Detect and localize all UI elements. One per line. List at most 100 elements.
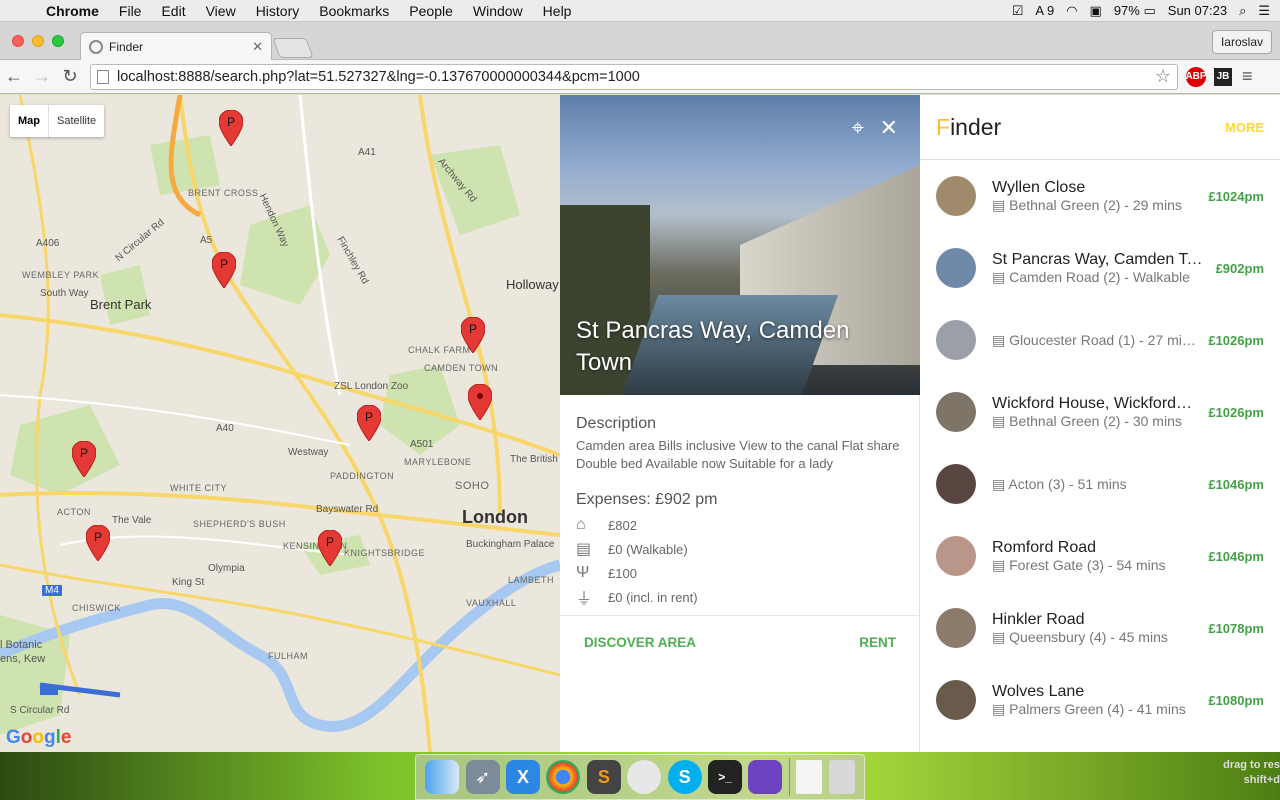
github-icon[interactable] — [748, 760, 783, 794]
map-label-kings-st: King St — [172, 577, 205, 588]
xcode-icon[interactable]: X — [506, 760, 541, 794]
item-subtitle: ▤ Forest Gate (3) - 54 mins — [992, 557, 1196, 574]
expense-row: ⌂ £802 — [576, 513, 903, 537]
description-text: Camden area Bills inclusive View to the … — [576, 438, 900, 471]
terminal-icon[interactable]: >_ — [708, 760, 743, 794]
map-label-paddington: PADDINGTON — [330, 471, 395, 481]
map-pin[interactable]: P — [219, 110, 243, 146]
finder-icon[interactable] — [425, 760, 460, 794]
sequel-icon[interactable] — [627, 760, 662, 794]
cutlery-icon: Ψ — [576, 564, 590, 581]
address-bar[interactable]: localhost:8888/search.php?lat=51.527327&… — [90, 63, 1178, 90]
reload-icon[interactable]: ↻ — [56, 66, 84, 87]
close-window-button[interactable] — [12, 35, 24, 47]
menu-app[interactable]: Chrome — [36, 0, 109, 22]
item-price: £902pm — [1215, 260, 1264, 276]
map-label-buckingham: Buckingham Palace — [466, 539, 555, 550]
app-logo: Finder — [936, 114, 1001, 141]
list-item[interactable]: Romford Road ▤ Forest Gate (3) - 54 mins … — [920, 520, 1280, 592]
menu-edit[interactable]: Edit — [151, 0, 195, 22]
notification-center-icon[interactable]: ☰ — [1258, 3, 1270, 19]
status-badge[interactable]: A 9 — [1035, 3, 1054, 18]
menu-help[interactable]: Help — [533, 0, 582, 22]
list-item[interactable]: Wickford House, Wickford Street▤ Bethnal… — [920, 376, 1280, 448]
zoom-window-button[interactable] — [52, 35, 64, 47]
property-photo: ⌖ ✕ St Pancras Way, Camden Town — [560, 95, 920, 395]
map-pin[interactable]: P — [318, 530, 342, 566]
item-subtitle: ▤ Queensbury (4) - 45 mins — [992, 629, 1196, 646]
chrome-icon[interactable] — [546, 760, 581, 794]
map-type-map[interactable]: Map — [10, 105, 49, 137]
close-icon[interactable]: ✕ — [880, 115, 898, 141]
results-list: Wyllen Close ▤ Bethnal Green (2) - 29 min… — [920, 160, 1280, 736]
property-thumbnail — [936, 248, 976, 288]
trash-icon[interactable] — [828, 760, 855, 794]
menu-file[interactable]: File — [109, 0, 152, 22]
map-label-zoo: ZSL London Zoo — [334, 381, 409, 392]
checkmark-icon[interactable]: ☑ — [1012, 3, 1024, 19]
url-text[interactable]: localhost:8888/search.php?lat=51.527327&… — [117, 69, 640, 85]
back-icon[interactable]: ← — [0, 66, 28, 87]
window-controls — [12, 35, 64, 47]
wifi-icon[interactable]: ◠ — [1066, 3, 1077, 19]
sublime-icon[interactable]: S — [586, 760, 621, 794]
expense-row: ▤ £0 (Walkable) — [576, 537, 903, 561]
bookmark-star-icon[interactable]: ☆ — [1155, 66, 1171, 87]
clock[interactable]: Sun 07:23 — [1168, 3, 1227, 18]
menu-people[interactable]: People — [399, 0, 463, 22]
property-thumbnail — [936, 536, 976, 576]
minimize-window-button[interactable] — [32, 35, 44, 47]
bus-icon: ▤ — [992, 475, 1006, 492]
expense-value: £802 — [608, 517, 637, 533]
item-title: Hinkler Road — [992, 610, 1085, 628]
drag-hint-line1: drag to res — [1223, 759, 1280, 771]
flag-icon[interactable]: ▣ — [1090, 3, 1102, 19]
google-logo[interactable]: Google — [6, 727, 71, 749]
new-tab-button[interactable] — [272, 38, 314, 58]
skype-icon[interactable]: S — [667, 760, 702, 794]
spotlight-icon[interactable]: ⌕ — [1239, 3, 1246, 19]
map-label-m4: M4 — [42, 585, 62, 596]
map[interactable]: Map Satellite London Brent Park Holloway… — [0, 95, 560, 752]
item-commute: Queensbury (4) - 45 mins — [1009, 628, 1168, 645]
map-label-kew: ens, Kew — [0, 653, 46, 665]
list-item[interactable]: ▤ Acton (3) - 51 mins £1046pm — [920, 448, 1280, 520]
profile-button[interactable]: Iaroslav — [1211, 30, 1272, 54]
map-pin[interactable]: P — [461, 317, 485, 353]
map-pin[interactable]: P — [212, 252, 236, 288]
map-type-satellite[interactable]: Satellite — [49, 105, 104, 137]
item-commute: Palmers Green (4) - 41 mins — [1009, 700, 1186, 717]
more-button[interactable]: MORE — [1225, 120, 1264, 135]
menu-history[interactable]: History — [246, 0, 310, 22]
rent-button[interactable]: RENT — [859, 635, 896, 650]
map-label-s-circular: S Circular Rd — [10, 705, 70, 716]
map-pin[interactable]: P — [357, 405, 381, 441]
map-label-a40: A40 — [216, 423, 234, 434]
svg-text:P: P — [326, 535, 334, 549]
tab-finder[interactable]: Finder ✕ — [80, 32, 272, 60]
menu-view[interactable]: View — [196, 0, 246, 22]
document-icon[interactable] — [796, 760, 823, 794]
launchpad-icon[interactable]: ➶ — [465, 760, 500, 794]
adblock-icon[interactable]: ABP — [1185, 66, 1207, 87]
locate-icon[interactable]: ⌖ — [852, 115, 864, 141]
list-item[interactable]: ▤ Gloucester Road (1) - 27 mins £1026pm — [920, 304, 1280, 376]
map-pin[interactable]: P — [86, 525, 110, 561]
battery-status[interactable]: 97% ▭ — [1114, 3, 1156, 19]
map-pin[interactable]: P — [72, 441, 96, 477]
list-item[interactable]: Wolves Lane ▤ Palmers Green (4) - 41 mins… — [920, 664, 1280, 736]
list-item[interactable]: St Pancras Way, Camden Town ▤ Camden Road… — [920, 232, 1280, 304]
list-item[interactable]: Hinkler Road ▤ Queensbury (4) - 45 mins £… — [920, 592, 1280, 664]
jetbrains-extension-icon[interactable]: JB — [1214, 67, 1232, 86]
chrome-menu-icon[interactable]: ≡ — [1242, 66, 1253, 87]
item-commute: Camden Road (2) - Walkable — [1009, 268, 1190, 285]
menu-bookmarks[interactable]: Bookmarks — [309, 0, 399, 22]
list-item[interactable]: Wyllen Close ▤ Bethnal Green (2) - 29 min… — [920, 160, 1280, 232]
map-label-a41: A41 — [358, 147, 376, 158]
menu-window[interactable]: Window — [463, 0, 533, 22]
map-pin-selected[interactable] — [468, 384, 492, 420]
tab-close-icon[interactable]: ✕ — [252, 39, 263, 55]
forward-icon[interactable]: → — [28, 66, 56, 87]
discover-area-button[interactable]: DISCOVER AREA — [584, 635, 696, 650]
map-label-the-vale: The Vale — [112, 515, 152, 526]
